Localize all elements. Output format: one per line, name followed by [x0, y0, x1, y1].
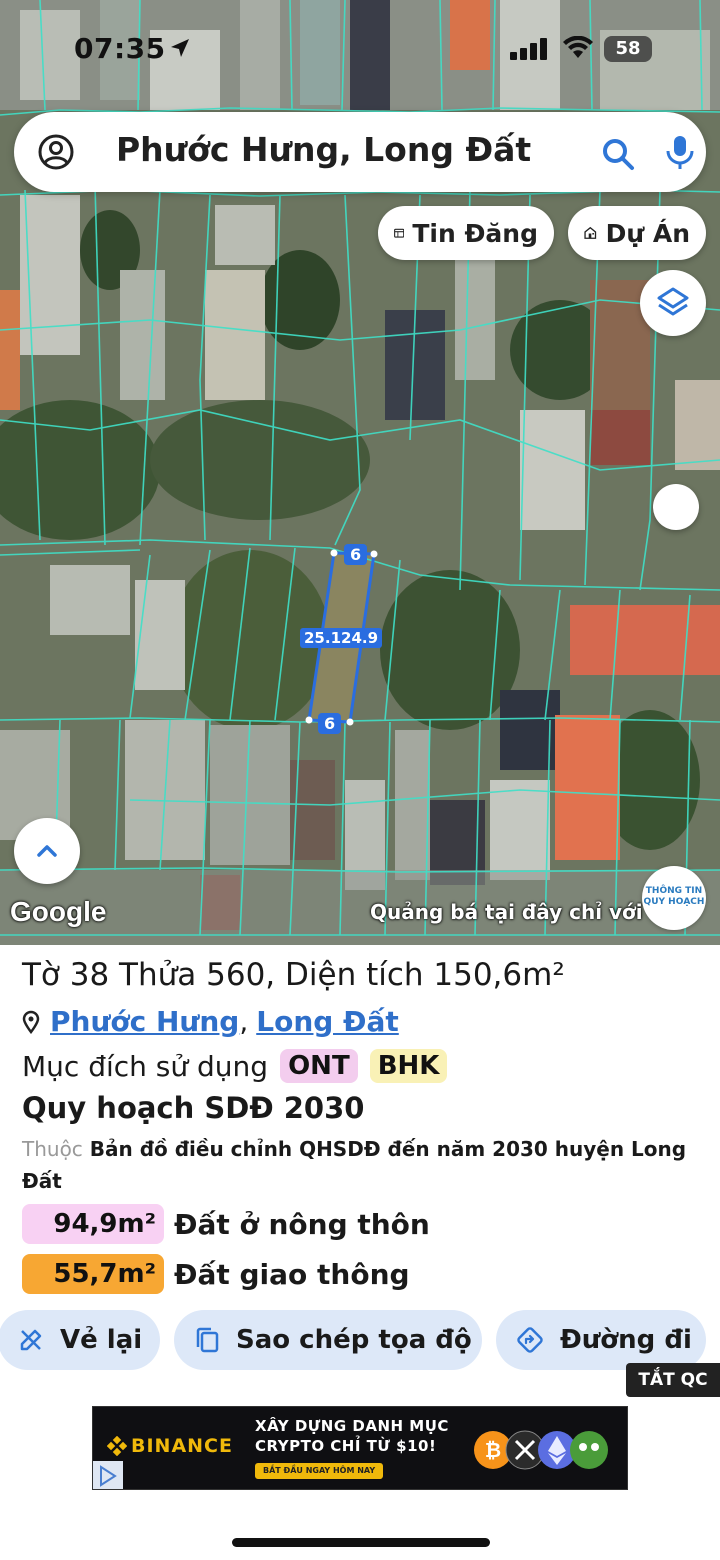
svg-text:₿: ₿: [485, 1438, 501, 1462]
area-label: Đất ở nông thôn: [174, 1207, 430, 1241]
parcel-title: Tờ 38 Thửa 560, Diện tích 150,6m²: [22, 957, 565, 993]
ad-brand-name: BINANCE: [131, 1435, 233, 1457]
ad-banner[interactable]: BINANCE XÂY DỰNG DANH MỤC CRYPTO CHỈ TỪ …: [92, 1406, 628, 1490]
listings-chip[interactable]: Tin Đăng: [378, 206, 554, 260]
copy-coordinates-label: Sao chép tọa độ: [236, 1325, 472, 1355]
commune-link[interactable]: Phước Hưng: [50, 1005, 239, 1038]
projects-chip-label: Dự Án: [605, 218, 690, 248]
search-bar[interactable]: Phước Hưng, Long Đất: [14, 112, 706, 192]
area-value: 55,7m²: [22, 1254, 164, 1294]
status-bar: 07:35 58: [0, 30, 720, 70]
purpose-label: Mục đích sử dụng: [22, 1049, 269, 1083]
parcel-location: Phước Hưng , Long Đất: [22, 1005, 399, 1038]
area-value: 94,9m²: [22, 1204, 164, 1244]
directions-icon: [517, 1327, 543, 1353]
redraw-label: Vẻ lại: [60, 1325, 143, 1355]
building-icon: [584, 226, 597, 239]
land-use-purpose: Mục đích sử dụng ONT BHK: [22, 1049, 448, 1083]
home-indicator[interactable]: [232, 1538, 490, 1547]
plan-description: Thuộc Bản đồ điều chỉnh QHSDĐ đến năm 20…: [22, 1133, 720, 1197]
map-pin-icon: [22, 1010, 40, 1034]
area-row-traffic: 55,7m² Đất giao thông: [22, 1254, 410, 1294]
microphone-icon[interactable]: [660, 132, 700, 172]
directions-button[interactable]: Đường đi: [496, 1310, 706, 1370]
purpose-badge-bhk: BHK: [369, 1049, 448, 1083]
ad-brand: BINANCE: [107, 1435, 233, 1457]
district-link[interactable]: Long Đất: [256, 1005, 399, 1038]
directions-label: Đường đi: [560, 1325, 692, 1355]
account-icon[interactable]: [36, 132, 76, 172]
chevron-up-icon: [37, 845, 57, 857]
ad-headline-1: XÂY DỰNG DANH MỤC: [255, 1417, 449, 1435]
hide-ads-button[interactable]: TẮT QC: [626, 1363, 720, 1397]
area-row-residential: 94,9m² Đất ở nông thôn: [22, 1204, 430, 1244]
search-icon[interactable]: [598, 134, 638, 174]
layers-icon: [657, 287, 689, 316]
edge-length-top: 6: [344, 544, 368, 565]
ad-choices-icon[interactable]: [93, 1461, 123, 1489]
listings-chip-label: Tin Đăng: [412, 218, 538, 248]
search-query[interactable]: Phước Hưng, Long Đất: [116, 130, 531, 169]
ad-marquee-text[interactable]: Quảng bá tại đây chỉ với: [370, 900, 643, 924]
planning-info-badge[interactable]: THÔNG TIN QUY HOẠCH: [642, 866, 706, 930]
plan-prefix: Thuộc: [22, 1137, 83, 1161]
copy-icon: [196, 1327, 219, 1353]
parcel-label[interactable]: 25.124.9: [300, 628, 383, 648]
map-slider-handle[interactable]: [653, 484, 699, 530]
satellite-map[interactable]: 25.124.9 6 6 07:35 58 Phước Hưng, Long Đ…: [0, 0, 720, 945]
binance-logo-icon: [107, 1436, 127, 1456]
location-separator: ,: [239, 1005, 249, 1038]
expand-panel-button[interactable]: [14, 818, 80, 884]
plan-title: Quy hoạch SDĐ 2030: [22, 1091, 365, 1125]
status-time: 07:35: [74, 32, 166, 65]
edge-length-bottom: 6: [318, 713, 342, 734]
plan-desc-text: Bản đồ điều chỉnh QHSDĐ đến năm 2030 huy…: [22, 1137, 687, 1193]
projects-chip[interactable]: Dự Án: [568, 206, 706, 260]
area-label: Đất giao thông: [174, 1257, 410, 1291]
cellular-signal-icon: [510, 38, 547, 60]
ad-cta[interactable]: BẮT ĐẦU NGAY HÔM NAY: [255, 1463, 384, 1479]
parcel-info-panel: Tờ 38 Thửa 560, Diện tích 150,6m² Phước …: [0, 945, 720, 1560]
ad-headline-2: CRYPTO CHỈ TỪ $10!: [255, 1437, 437, 1455]
planning-badge-line2: QUY HOẠCH: [643, 897, 705, 907]
crypto-coins-icon: ₿: [474, 1430, 608, 1470]
battery-indicator: 58: [604, 36, 652, 62]
planning-badge-line1: THÔNG TIN: [645, 886, 703, 896]
location-arrow-icon: [171, 39, 189, 57]
calendar-icon: [394, 228, 405, 238]
wifi-icon: [563, 36, 593, 58]
google-logo: Google: [10, 896, 107, 927]
copy-coordinates-button[interactable]: Sao chép tọa độ: [174, 1310, 482, 1370]
purpose-badge-ont: ONT: [280, 1049, 358, 1083]
layers-button[interactable]: [640, 270, 706, 336]
redraw-button[interactable]: Vẻ lại: [0, 1310, 160, 1370]
redraw-icon: [20, 1329, 42, 1351]
